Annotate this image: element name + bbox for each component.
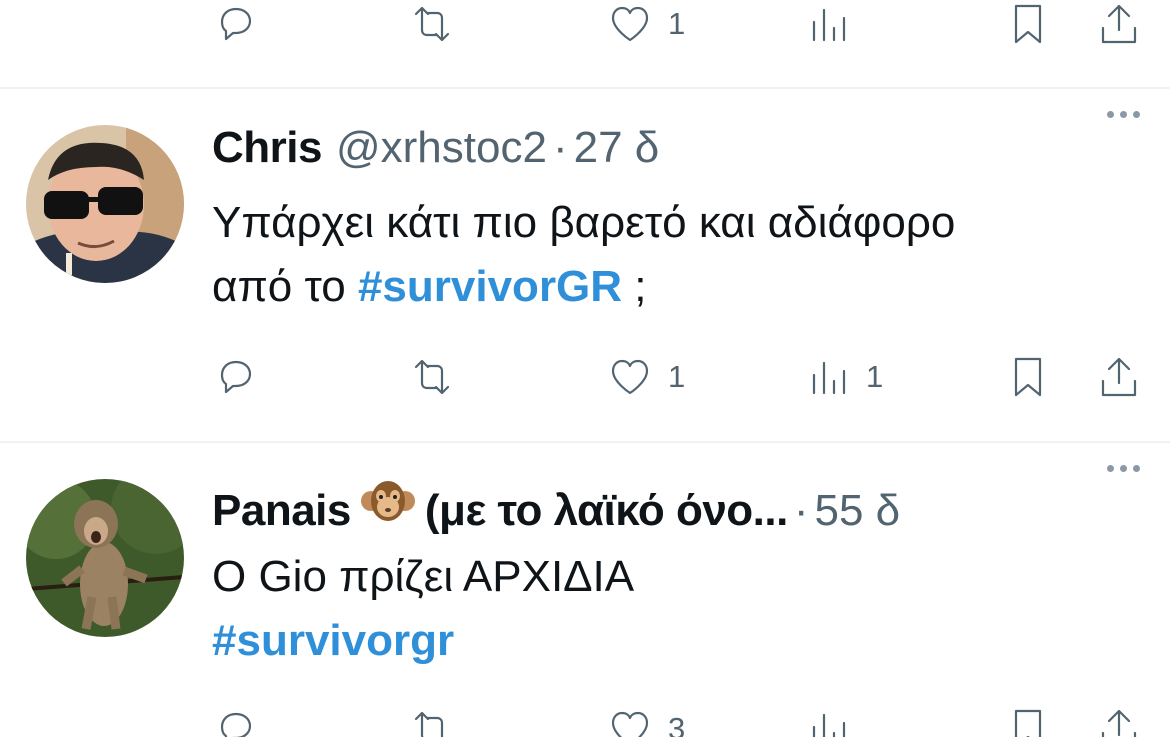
retweet-button[interactable] bbox=[408, 699, 456, 737]
more-icon-dot bbox=[1133, 465, 1140, 472]
bookmark-icon bbox=[1014, 4, 1042, 44]
retweet-icon bbox=[414, 711, 444, 737]
tweet-text: Υπάρχει κάτι πιο βαρετό και αδιάφορο από… bbox=[212, 191, 1152, 319]
more-icon bbox=[1107, 465, 1114, 472]
author-name-suffix[interactable]: (με το λαϊκό όνο... bbox=[425, 486, 788, 536]
more-icon-dot bbox=[1133, 111, 1140, 118]
like-count: 3 bbox=[668, 711, 686, 737]
retweet-button[interactable] bbox=[408, 0, 456, 54]
bookmark-button[interactable] bbox=[1004, 699, 1052, 737]
share-button[interactable] bbox=[1095, 699, 1143, 737]
tweet-text-suffix: ; bbox=[622, 262, 647, 311]
views-icon bbox=[812, 8, 846, 42]
tweet-actions-top: 1 bbox=[0, 0, 1170, 54]
views-button[interactable] bbox=[804, 0, 852, 54]
bookmark-icon bbox=[1014, 357, 1042, 397]
tweet-text-prefix: από το bbox=[212, 262, 358, 311]
tweet-text: Ο Gio πρίζει ΑΡΧΙΔΙΑ #survivorgr bbox=[212, 545, 1152, 673]
views-icon bbox=[812, 361, 846, 395]
share-button[interactable] bbox=[1095, 347, 1143, 407]
heart-icon bbox=[611, 711, 649, 737]
tweet-text-line: από το #survivorGR ; bbox=[212, 255, 1152, 319]
views-count: 1 bbox=[866, 359, 884, 394]
tweet-text-line: Υπάρχει κάτι πιο βαρετό και αδιάφορο bbox=[212, 198, 956, 247]
reply-icon bbox=[220, 7, 252, 41]
heart-icon bbox=[611, 6, 649, 42]
like-button[interactable]: 3 bbox=[606, 699, 685, 737]
more-button[interactable] bbox=[1107, 465, 1140, 472]
author-name[interactable]: Panais bbox=[212, 486, 351, 536]
see-no-evil-monkey-icon bbox=[360, 481, 415, 521]
hashtag-link[interactable]: #survivorgr bbox=[212, 609, 1152, 673]
retweet-button[interactable] bbox=[408, 347, 456, 407]
avatar[interactable] bbox=[26, 125, 184, 283]
retweet-icon bbox=[414, 6, 450, 42]
reply-icon bbox=[220, 360, 252, 394]
bookmark-button[interactable] bbox=[1004, 347, 1052, 407]
header-separator: · bbox=[552, 123, 568, 172]
share-icon bbox=[1101, 4, 1137, 44]
reply-button[interactable] bbox=[212, 347, 260, 407]
author-name[interactable]: Chris bbox=[212, 123, 322, 173]
timeline-feed: 1 Chris @xrhstoc2 · 27 δ Υπάρχει κάτι πι… bbox=[0, 0, 1170, 737]
like-button[interactable]: 1 bbox=[606, 347, 685, 407]
views-button[interactable]: 1 bbox=[804, 347, 883, 407]
tweet-time[interactable]: 55 δ bbox=[815, 486, 901, 536]
like-count: 1 bbox=[668, 6, 686, 41]
tweet-time[interactable]: 27 δ bbox=[574, 123, 660, 173]
like-count: 1 bbox=[668, 359, 686, 394]
tweet-header: Panais (με το λαϊκό όνο... · 55 δ bbox=[212, 477, 900, 535]
retweet-icon bbox=[414, 359, 450, 395]
more-icon bbox=[1107, 111, 1114, 118]
more-button[interactable] bbox=[1107, 111, 1140, 118]
tweet-card[interactable]: Chris @xrhstoc2 · 27 δ Υπάρχει κάτι πιο … bbox=[0, 89, 1170, 443]
views-button[interactable] bbox=[804, 699, 852, 737]
hashtag-link[interactable]: #survivorGR bbox=[358, 262, 622, 311]
share-icon bbox=[1101, 709, 1137, 737]
bookmark-icon bbox=[1014, 709, 1042, 737]
more-icon-dot bbox=[1120, 111, 1127, 118]
heart-icon bbox=[611, 359, 649, 395]
reply-button[interactable] bbox=[212, 0, 260, 54]
tweet-card[interactable]: Panais (με το λαϊκό όνο... · 55 δ Ο Gio … bbox=[0, 443, 1170, 737]
views-icon bbox=[812, 713, 846, 737]
header-separator: · bbox=[793, 486, 809, 535]
more-icon-dot bbox=[1120, 465, 1127, 472]
author-handle[interactable]: @xrhstoc2 bbox=[336, 123, 547, 173]
bookmark-button[interactable] bbox=[1004, 0, 1052, 54]
tweet-text-line: Ο Gio πρίζει ΑΡΧΙΔΙΑ bbox=[212, 552, 635, 601]
tweet-actions: 1 1 bbox=[0, 347, 1170, 407]
share-button[interactable] bbox=[1095, 0, 1143, 54]
tweet-actions: 3 bbox=[0, 699, 1170, 737]
share-icon bbox=[1101, 357, 1137, 397]
reply-button[interactable] bbox=[212, 699, 260, 737]
avatar[interactable] bbox=[26, 479, 184, 637]
tweet-header: Chris @xrhstoc2 · 27 δ bbox=[212, 123, 659, 177]
like-button[interactable]: 1 bbox=[606, 0, 685, 54]
reply-icon bbox=[220, 712, 252, 737]
